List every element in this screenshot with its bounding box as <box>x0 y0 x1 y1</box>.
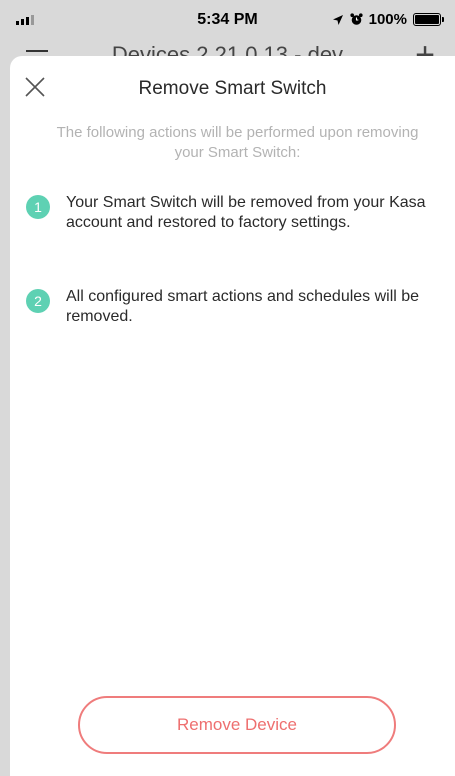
battery-percentage: 100% <box>368 11 407 28</box>
step-item: 2 All configured smart actions and sched… <box>26 287 445 327</box>
status-bar: 5:34 PM 100% <box>0 0 455 42</box>
step-text: All configured smart actions and schedul… <box>66 288 420 325</box>
alarm-clock-icon <box>350 13 363 25</box>
step-number-badge: 1 <box>26 195 50 219</box>
step-number-badge: 2 <box>26 289 50 313</box>
remove-device-button[interactable]: Remove Device <box>78 696 396 754</box>
status-right: 100% <box>332 11 444 28</box>
sheet-subtitle: The following actions will be performed … <box>56 124 419 161</box>
step-item: 1 Your Smart Switch will be removed from… <box>26 193 445 233</box>
remove-device-sheet: Remove Smart Switch The following action… <box>10 56 455 776</box>
battery-icon <box>413 13 444 26</box>
sheet-title: Remove Smart Switch <box>138 78 327 99</box>
location-arrow-icon <box>332 14 343 25</box>
step-text: Your Smart Switch will be removed from y… <box>66 194 426 231</box>
